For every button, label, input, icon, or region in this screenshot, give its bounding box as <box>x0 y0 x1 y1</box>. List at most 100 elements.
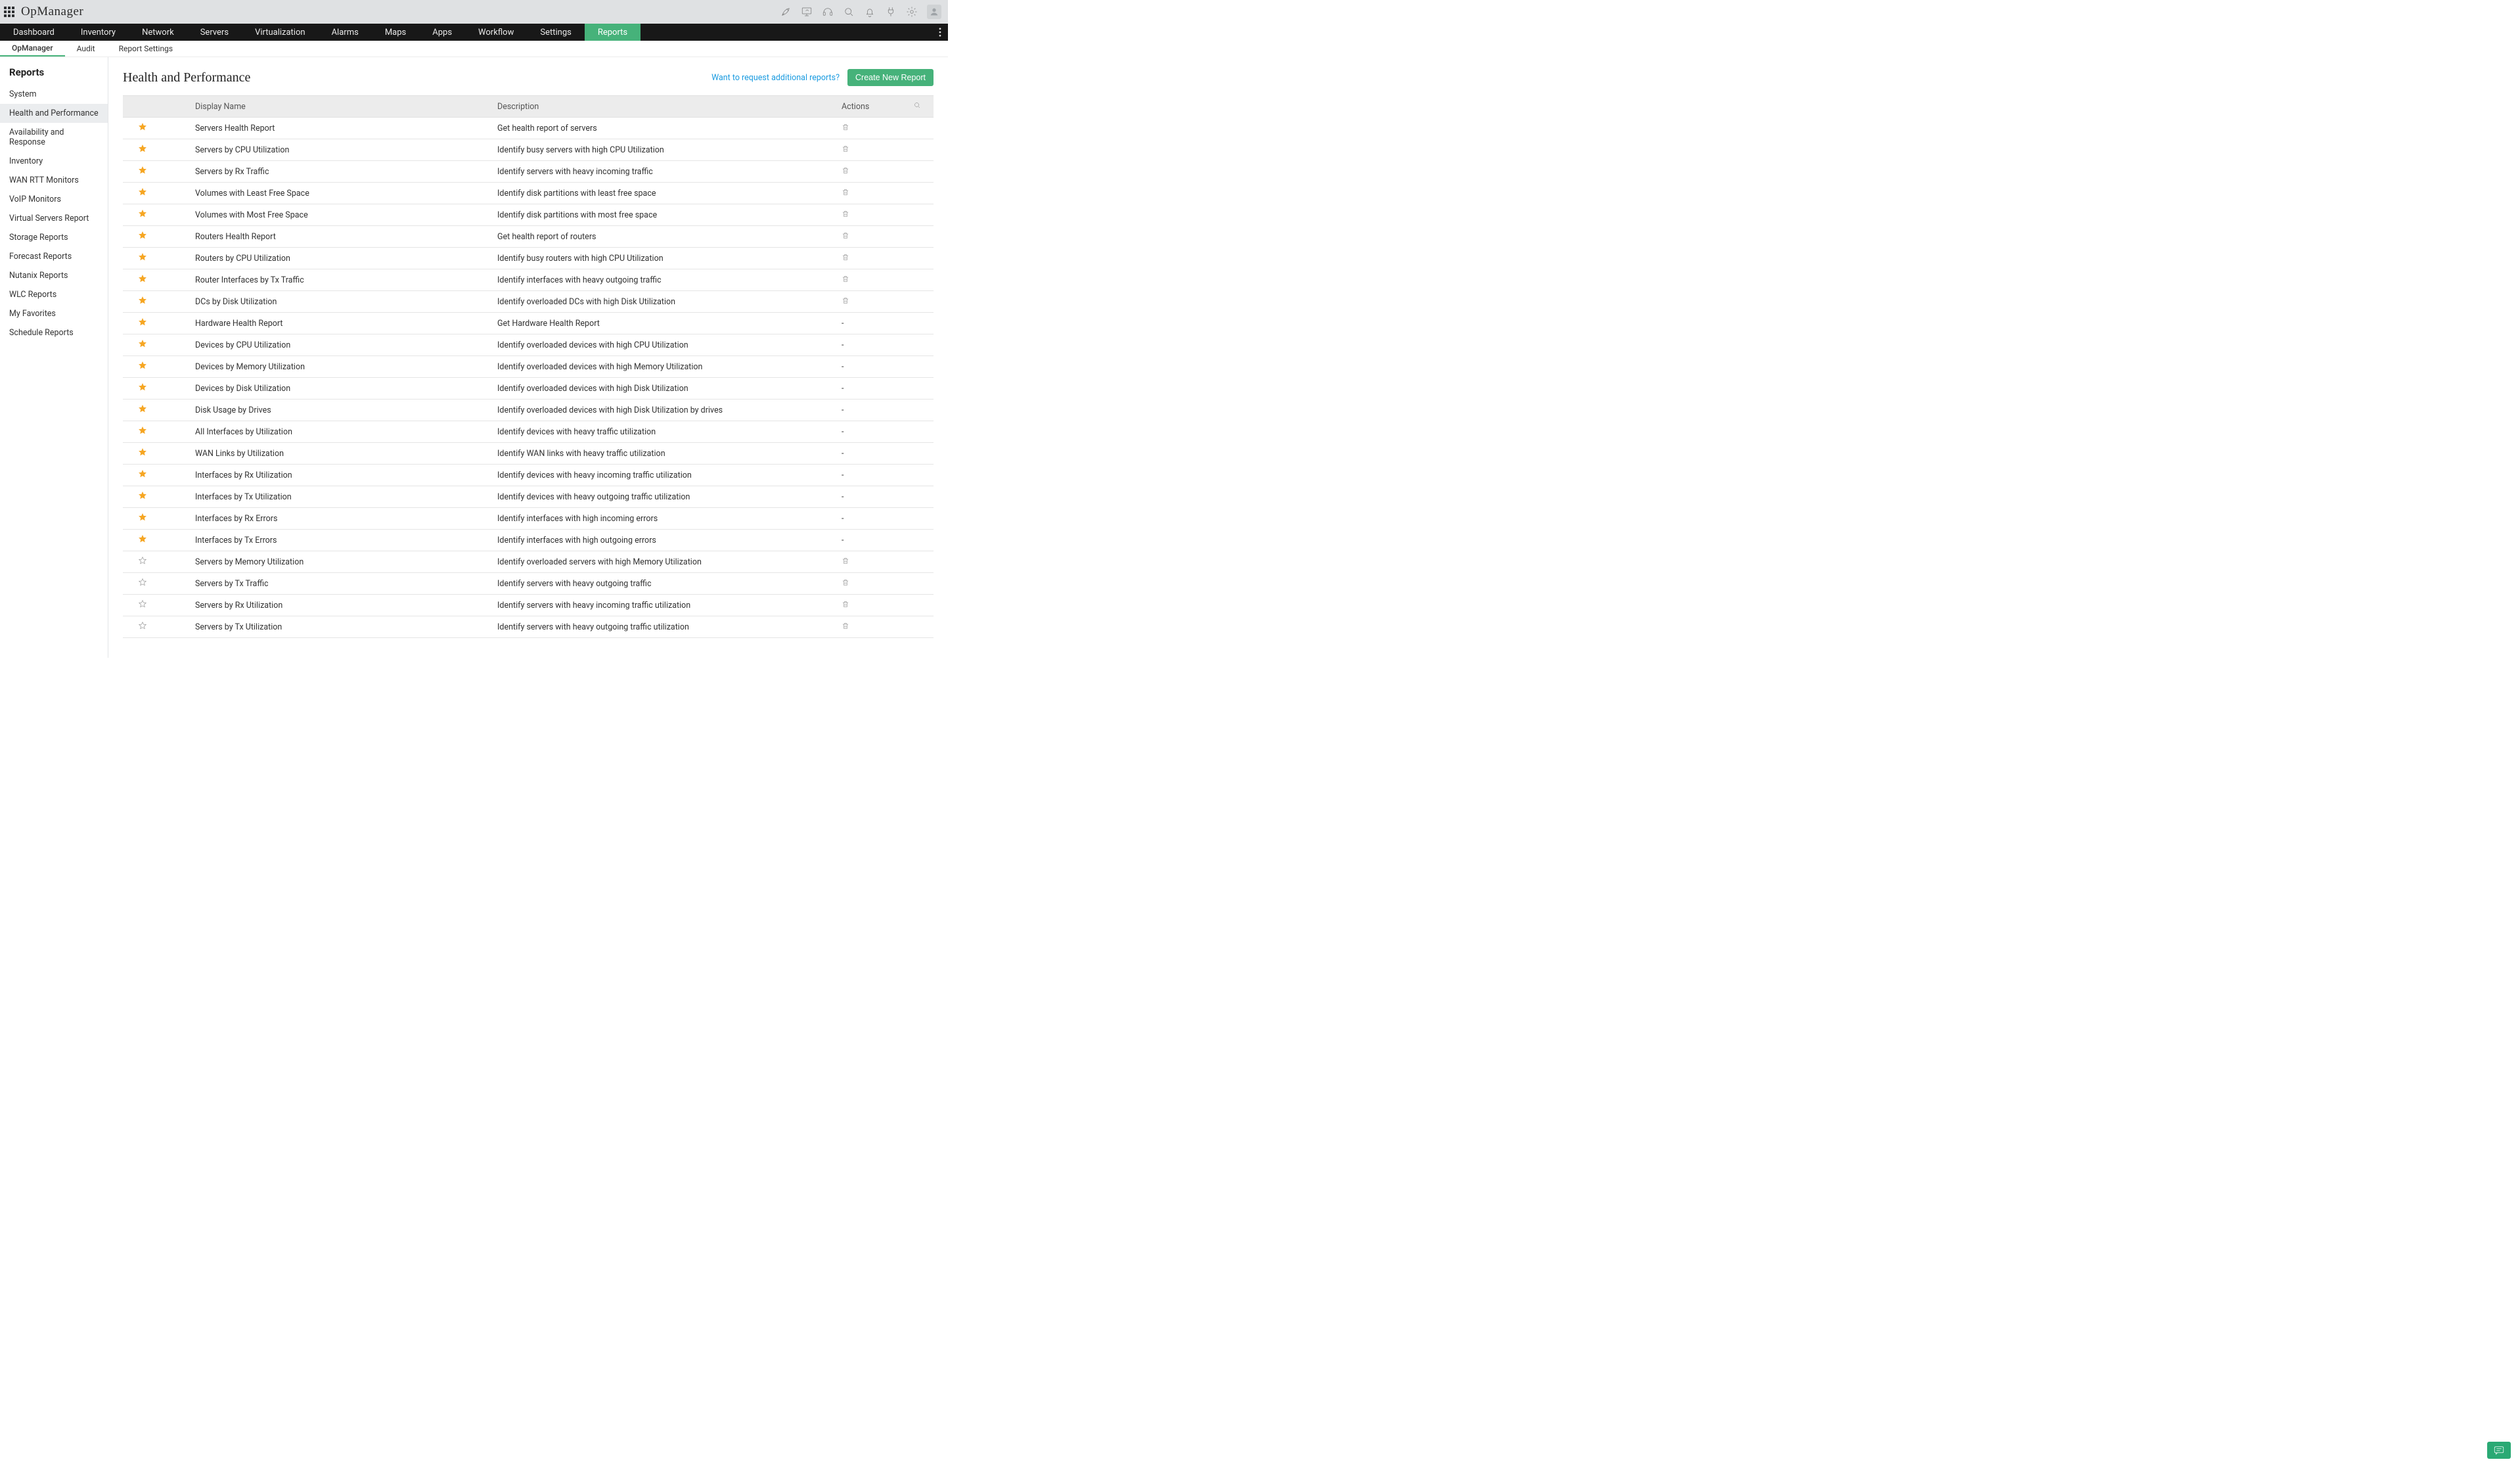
report-name[interactable]: Router Interfaces by Tx Traffic <box>189 269 491 291</box>
table-row[interactable]: Devices by Disk UtilizationIdentify over… <box>123 378 934 400</box>
favorite-star-icon[interactable] <box>123 443 162 465</box>
favorite-star-icon[interactable] <box>123 486 162 508</box>
nav-dashboard[interactable]: Dashboard <box>0 24 68 41</box>
sidebar-item-system[interactable]: System <box>0 85 108 104</box>
row-action[interactable] <box>835 573 901 595</box>
apps-icon[interactable] <box>4 7 14 17</box>
report-name[interactable]: Devices by Memory Utilization <box>189 356 491 378</box>
nav-settings[interactable]: Settings <box>527 24 584 41</box>
row-action[interactable] <box>835 183 901 204</box>
row-action[interactable] <box>835 291 901 313</box>
favorite-star-icon[interactable] <box>123 313 162 334</box>
row-action[interactable] <box>835 616 901 638</box>
create-report-button[interactable]: Create New Report <box>847 69 934 86</box>
favorite-star-icon[interactable] <box>123 421 162 443</box>
favorite-star-icon[interactable] <box>123 356 162 378</box>
sidebar-item-voip-monitors[interactable]: VoIP Monitors <box>0 190 108 209</box>
row-action[interactable] <box>835 269 901 291</box>
favorite-star-icon[interactable] <box>123 465 162 486</box>
report-name[interactable]: Servers by Rx Traffic <box>189 161 491 183</box>
table-row[interactable]: Servers by Rx TrafficIdentify servers wi… <box>123 161 934 183</box>
report-name[interactable]: Servers by CPU Utilization <box>189 139 491 161</box>
bell-icon[interactable] <box>864 6 876 18</box>
row-action[interactable] <box>835 139 901 161</box>
report-name[interactable]: Servers by Tx Utilization <box>189 616 491 638</box>
nav-virtualization[interactable]: Virtualization <box>242 24 319 41</box>
report-name[interactable]: Routers by CPU Utilization <box>189 248 491 269</box>
user-avatar[interactable] <box>927 5 941 19</box>
sidebar-item-forecast-reports[interactable]: Forecast Reports <box>0 247 108 266</box>
gear-icon[interactable] <box>906 6 918 18</box>
sidebar-item-inventory[interactable]: Inventory <box>0 152 108 171</box>
table-row[interactable]: Hardware Health ReportGet Hardware Healt… <box>123 313 934 334</box>
report-name[interactable]: Interfaces by Tx Errors <box>189 530 491 551</box>
col-description[interactable]: Description <box>491 96 835 118</box>
table-row[interactable]: Routers by CPU UtilizationIdentify busy … <box>123 248 934 269</box>
sidebar-item-my-favorites[interactable]: My Favorites <box>0 304 108 323</box>
rocket-icon[interactable] <box>780 6 792 18</box>
favorite-star-icon[interactable] <box>123 291 162 313</box>
favorite-star-icon[interactable] <box>123 595 162 616</box>
favorite-star-icon[interactable] <box>123 334 162 356</box>
sidebar-item-storage-reports[interactable]: Storage Reports <box>0 228 108 247</box>
table-row[interactable]: Interfaces by Tx ErrorsIdentify interfac… <box>123 530 934 551</box>
favorite-star-icon[interactable] <box>123 573 162 595</box>
table-row[interactable]: Interfaces by Rx ErrorsIdentify interfac… <box>123 508 934 530</box>
table-row[interactable]: Servers by Tx TrafficIdentify servers wi… <box>123 573 934 595</box>
col-search-icon[interactable] <box>901 96 934 118</box>
nav-maps[interactable]: Maps <box>372 24 419 41</box>
report-name[interactable]: DCs by Disk Utilization <box>189 291 491 313</box>
favorite-star-icon[interactable] <box>123 530 162 551</box>
report-name[interactable]: Interfaces by Rx Utilization <box>189 465 491 486</box>
report-name[interactable]: Devices by CPU Utilization <box>189 334 491 356</box>
table-row[interactable]: Servers by Rx UtilizationIdentify server… <box>123 595 934 616</box>
report-name[interactable]: Volumes with Most Free Space <box>189 204 491 226</box>
report-name[interactable]: Disk Usage by Drives <box>189 400 491 421</box>
favorite-star-icon[interactable] <box>123 616 162 638</box>
row-action[interactable] <box>835 226 901 248</box>
request-reports-link[interactable]: Want to request additional reports? <box>711 73 840 83</box>
report-name[interactable]: WAN Links by Utilization <box>189 443 491 465</box>
nav-network[interactable]: Network <box>129 24 187 41</box>
subnav-opmanager[interactable]: OpManager <box>0 41 65 57</box>
table-row[interactable]: Servers Health ReportGet health report o… <box>123 118 934 139</box>
table-row[interactable]: Interfaces by Tx UtilizationIdentify dev… <box>123 486 934 508</box>
report-name[interactable]: Routers Health Report <box>189 226 491 248</box>
row-action[interactable] <box>835 248 901 269</box>
table-row[interactable]: Devices by CPU UtilizationIdentify overl… <box>123 334 934 356</box>
favorite-star-icon[interactable] <box>123 378 162 400</box>
favorite-star-icon[interactable] <box>123 161 162 183</box>
report-name[interactable]: Servers by Tx Traffic <box>189 573 491 595</box>
table-row[interactable]: Servers by CPU UtilizationIdentify busy … <box>123 139 934 161</box>
report-name[interactable]: Interfaces by Rx Errors <box>189 508 491 530</box>
favorite-star-icon[interactable] <box>123 400 162 421</box>
col-display-name[interactable]: Display Name <box>189 96 491 118</box>
favorite-star-icon[interactable] <box>123 204 162 226</box>
report-name[interactable]: Hardware Health Report <box>189 313 491 334</box>
nav-workflow[interactable]: Workflow <box>465 24 527 41</box>
sidebar-item-nutanix-reports[interactable]: Nutanix Reports <box>0 266 108 285</box>
table-row[interactable]: Disk Usage by DrivesIdentify overloaded … <box>123 400 934 421</box>
nav-overflow-icon[interactable] <box>932 24 948 41</box>
sidebar-item-virtual-servers-report[interactable]: Virtual Servers Report <box>0 209 108 228</box>
report-name[interactable]: Servers Health Report <box>189 118 491 139</box>
sidebar-item-health-and-performance[interactable]: Health and Performance <box>0 104 108 123</box>
favorite-star-icon[interactable] <box>123 248 162 269</box>
table-row[interactable]: Volumes with Least Free SpaceIdentify di… <box>123 183 934 204</box>
table-row[interactable]: Interfaces by Rx UtilizationIdentify dev… <box>123 465 934 486</box>
table-row[interactable]: Volumes with Most Free SpaceIdentify dis… <box>123 204 934 226</box>
nav-inventory[interactable]: Inventory <box>68 24 129 41</box>
sidebar-item-wan-rtt-monitors[interactable]: WAN RTT Monitors <box>0 171 108 190</box>
sidebar-item-wlc-reports[interactable]: WLC Reports <box>0 285 108 304</box>
subnav-audit[interactable]: Audit <box>65 41 107 57</box>
row-action[interactable] <box>835 161 901 183</box>
chat-fab[interactable] <box>2487 1442 2511 1459</box>
row-action[interactable] <box>835 551 901 573</box>
table-row[interactable]: Servers by Tx UtilizationIdentify server… <box>123 616 934 638</box>
report-name[interactable]: Devices by Disk Utilization <box>189 378 491 400</box>
favorite-star-icon[interactable] <box>123 226 162 248</box>
table-row[interactable]: Routers Health ReportGet health report o… <box>123 226 934 248</box>
report-name[interactable]: Volumes with Least Free Space <box>189 183 491 204</box>
report-name[interactable]: All Interfaces by Utilization <box>189 421 491 443</box>
monitor-icon[interactable] <box>801 6 813 18</box>
